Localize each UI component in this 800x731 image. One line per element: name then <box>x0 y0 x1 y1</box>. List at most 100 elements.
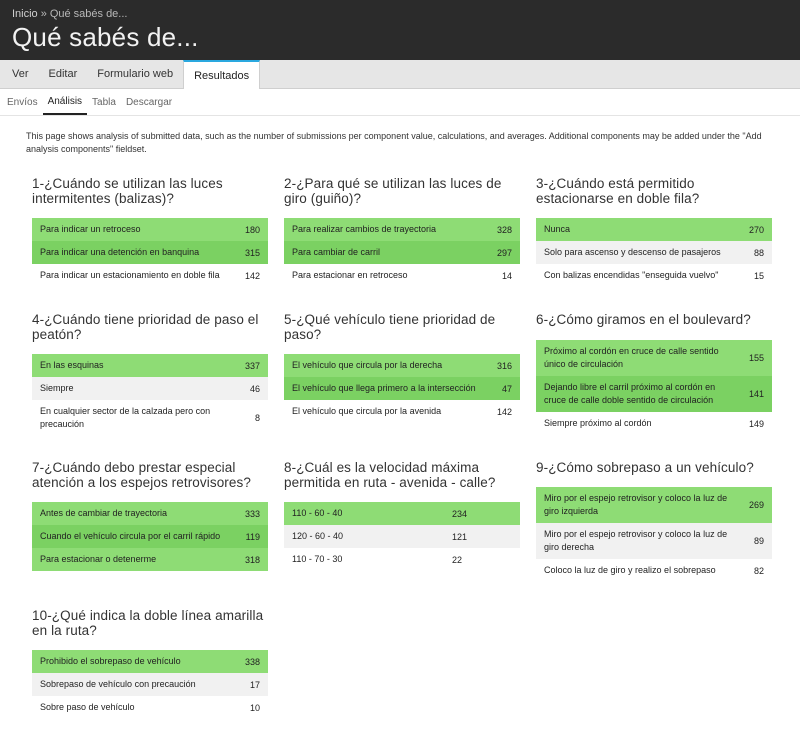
subtab-descargar[interactable]: Descargar <box>121 89 177 115</box>
breadcrumb: Inicio» Qué sabés de... <box>12 8 127 20</box>
subtab-analisis[interactable]: Análisis <box>42 89 88 115</box>
table-row: Con balizas encendidas "enseguida vuelvo… <box>536 264 772 287</box>
tab-editar[interactable]: Editar <box>39 60 88 88</box>
table-row: Para cambiar de carril 297 <box>284 241 520 264</box>
option-label: Para cambiar de carril <box>292 247 381 257</box>
option-label: Solo para ascenso y descenso de pasajero… <box>544 247 721 257</box>
option-count: 337 <box>244 360 260 371</box>
option-label: 110 - 60 - 40 <box>292 508 343 518</box>
table-row: Miro por el espejo retrovisor y coloco l… <box>536 487 772 523</box>
option-label: Cuando el vehículo circula por el carril… <box>40 531 221 541</box>
option-label: Sobre paso de vehículo <box>40 702 135 712</box>
option-label: Sobrepaso de vehículo con precaución <box>40 679 196 689</box>
option-count: 269 <box>748 500 764 510</box>
option-label: Siempre <box>40 383 74 393</box>
option-label: Prohibido el sobrepaso de vehículo <box>40 656 181 666</box>
table-row: 110 - 60 - 40 234 <box>284 502 520 525</box>
table-row: En cualquier sector de la calzada pero c… <box>32 400 268 436</box>
results-table: Para indicar un retroceso 180 Para indica… <box>32 218 268 287</box>
tab-ver[interactable]: Ver <box>2 60 39 88</box>
question-block-6: 6-¿Cómo giramos en el boulevard? Próximo… <box>536 312 772 435</box>
table-row: Antes de cambiar de trayectoria 333 <box>32 502 268 525</box>
option-count: 141 <box>748 389 764 399</box>
option-count: 8 <box>254 413 260 423</box>
results-table: Antes de cambiar de trayectoria 333 Cuand… <box>32 502 268 571</box>
tab-formulario-web[interactable]: Formulario web <box>87 60 183 88</box>
question-block-8: 8-¿Cuál es la velocidad máxima permitida… <box>284 460 520 571</box>
table-row: Para estacionar o detenerme 318 <box>32 548 268 571</box>
table-row: Para estacionar en retroceso 14 <box>284 264 520 287</box>
secondary-tabs: Envíos Análisis Tabla Descargar <box>0 89 800 116</box>
option-count: 142 <box>496 406 512 417</box>
option-label: 110 - 70 - 30 <box>292 554 343 564</box>
table-row: Miro por el espejo retrovisor y coloco l… <box>536 523 772 559</box>
results-table: El vehículo que circula por la derecha 31… <box>284 354 520 423</box>
table-row: Para indicar una detención en banquina 31… <box>32 241 268 264</box>
results-table: En las esquinas 337 Siempre 46 En cualquie… <box>32 354 268 436</box>
question-title: 4-¿Cuándo tiene prioridad de paso el pea… <box>32 312 259 342</box>
table-row: En las esquinas 337 <box>32 354 268 377</box>
option-label: Siempre próximo al cordón <box>544 418 652 428</box>
option-label: Coloco la luz de giro y realizo el sobre… <box>544 565 716 575</box>
question-block-7: 7-¿Cuándo debo prestar especial atención… <box>32 460 268 571</box>
question-block-10: 10-¿Qué indica la doble línea amarilla e… <box>32 608 268 719</box>
page-title: Qué sabés de... <box>12 22 199 52</box>
tab-resultados[interactable]: Resultados <box>183 60 261 89</box>
breadcrumb-separator: » <box>40 8 47 20</box>
option-count: 10 <box>249 702 260 713</box>
results-table: Nunca 270 Solo para ascenso y descenso de… <box>536 218 772 287</box>
option-label: Para realizar cambios de trayectoria <box>292 224 437 234</box>
question-block-2: 2-¿Para qué se utilizan las luces de gir… <box>284 176 520 287</box>
option-count: 315 <box>244 247 260 258</box>
option-label: Dejando libre el carril próximo al cordó… <box>544 382 716 405</box>
question-title: 6-¿Cómo giramos en el boulevard? <box>536 312 751 327</box>
question-title: 1-¿Cuándo se utilizan las luces intermit… <box>32 176 223 206</box>
breadcrumb-home-link[interactable]: Inicio <box>12 8 38 20</box>
option-count: 149 <box>748 418 764 429</box>
question-title: 3-¿Cuándo está permitido estacionarse en… <box>536 176 700 206</box>
question-block-4: 4-¿Cuándo tiene prioridad de paso el pea… <box>32 312 268 436</box>
table-row: Próximo al cordón en cruce de calle sent… <box>536 340 772 376</box>
option-count: 88 <box>753 247 764 258</box>
option-count: 119 <box>245 531 260 542</box>
option-count: 318 <box>244 554 260 565</box>
breadcrumb-current: Qué sabés de... <box>49 8 128 20</box>
option-count: 297 <box>496 247 512 258</box>
table-row: Cuando el vehículo circula por el carril… <box>32 525 268 548</box>
option-label: Nunca <box>544 224 571 234</box>
subtab-envios[interactable]: Envíos <box>2 89 43 115</box>
option-label: Para indicar un estacionamiento en doble… <box>40 270 220 280</box>
question-title: 9-¿Cómo sobrepaso a un vehículo? <box>536 460 754 475</box>
option-label: 120 - 60 - 40 <box>292 531 344 541</box>
subtab-tabla[interactable]: Tabla <box>87 89 121 115</box>
option-count: 46 <box>249 383 260 394</box>
page-header: Inicio» Qué sabés de... Qué sabés de... <box>0 0 800 60</box>
question-block-5: 5-¿Qué vehículo tiene prioridad de paso?… <box>284 312 520 423</box>
results-table: Miro por el espejo retrovisor y coloco l… <box>536 487 772 582</box>
question-block-1: 1-¿Cuándo se utilizan las luces intermit… <box>32 176 268 287</box>
option-label: En las esquinas <box>40 360 104 370</box>
question-title: 7-¿Cuándo debo prestar especial atención… <box>32 460 251 490</box>
table-row: Nunca 270 <box>536 218 772 241</box>
option-label: Para estacionar en retroceso <box>292 270 408 280</box>
option-label: Antes de cambiar de trayectoria <box>40 508 168 518</box>
question-title: 2-¿Para qué se utilizan las luces de gir… <box>284 176 502 206</box>
option-count: 121 <box>452 531 468 542</box>
table-row: Sobrepaso de vehículo con precaución 17 <box>32 673 268 696</box>
table-row: Prohibido el sobrepaso de vehículo 338 <box>32 650 268 673</box>
option-count: 14 <box>501 270 512 281</box>
option-count: 234 <box>452 508 468 519</box>
option-count: 47 <box>501 383 512 394</box>
option-count: 270 <box>748 224 764 235</box>
table-row: El vehículo que llega primero a la inter… <box>284 377 520 400</box>
table-row: 110 - 70 - 30 22 <box>284 548 520 571</box>
question-title: 10-¿Qué indica la doble línea amarilla e… <box>32 608 264 638</box>
option-count: 15 <box>753 270 764 281</box>
results-table: 110 - 60 - 40 234 120 - 60 - 40 121 110 - … <box>284 502 520 571</box>
table-row: El vehículo que circula por la derecha 31… <box>284 354 520 377</box>
option-count: 180 <box>244 224 260 235</box>
option-count: 328 <box>496 224 512 235</box>
option-count: 17 <box>249 679 260 690</box>
question-block-3: 3-¿Cuándo está permitido estacionarse en… <box>536 176 772 287</box>
question-block-9: 9-¿Cómo sobrepaso a un vehículo? Miro po… <box>536 460 772 582</box>
